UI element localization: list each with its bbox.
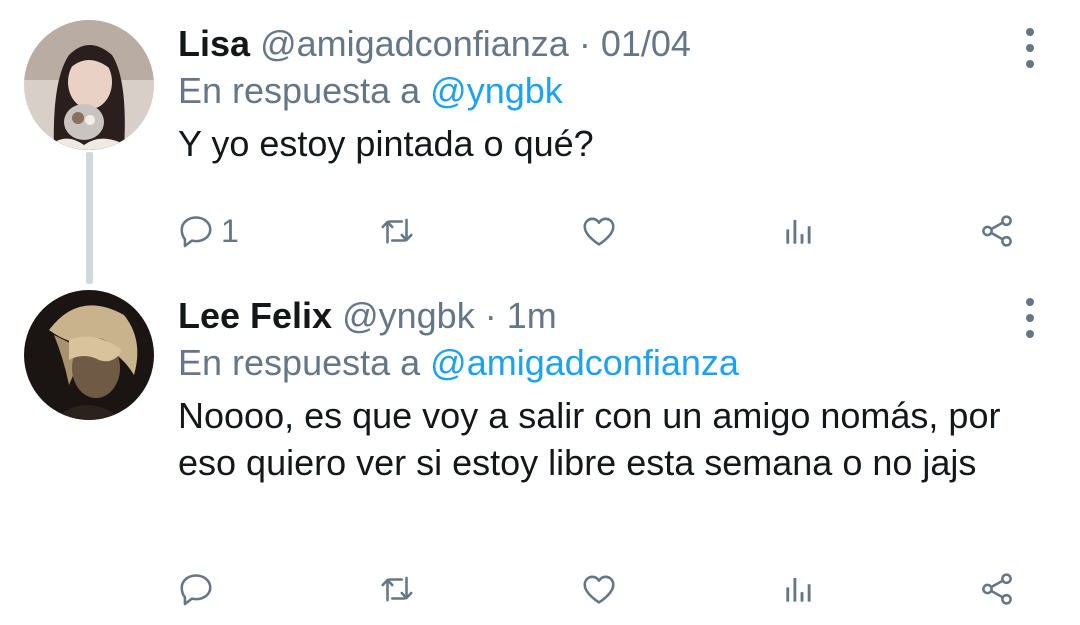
analytics-button[interactable] — [780, 206, 818, 256]
tweet-actions — [0, 564, 1080, 614]
separator: · — [484, 295, 497, 336]
avatar-image — [24, 20, 154, 150]
timestamp[interactable]: 01/04 — [601, 23, 691, 64]
analytics-button[interactable] — [780, 564, 818, 614]
more-dot — [1026, 44, 1034, 52]
reply-icon — [180, 574, 212, 606]
display-name[interactable]: Lee Felix — [178, 295, 332, 336]
tweet-thread: Lisa @amigadconfianza · 01/04 En respues… — [0, 0, 1080, 625]
reply-mention-link[interactable]: @amigadconfianza — [430, 342, 739, 383]
more-dot — [1026, 298, 1034, 306]
tweet-text: Y yo estoy pintada o qué? — [178, 123, 594, 164]
reply-context: En respuesta a @amigadconfianza — [178, 340, 1010, 386]
heart-icon — [583, 217, 615, 246]
share-button[interactable] — [978, 206, 1016, 256]
reply-prefix: En respuesta a — [178, 342, 421, 383]
retweet-icon — [381, 576, 413, 602]
reply-context: En respuesta a @yngbk — [178, 68, 1010, 114]
tweet-text: Noooo, es que voy a salir con un amigo n… — [178, 395, 1001, 483]
retweet-icon — [381, 218, 413, 244]
reply-icon — [180, 216, 212, 248]
tweet[interactable]: Lisa @amigadconfianza · 01/04 En respues… — [0, 0, 1080, 290]
heart-icon — [583, 575, 615, 604]
retweet-button[interactable] — [378, 564, 416, 614]
handle[interactable]: @amigadconfianza — [260, 23, 569, 64]
separator: · — [578, 23, 591, 64]
share-icon — [982, 215, 1012, 247]
tweet[interactable]: Lee Felix @yngbk · 1m En respuesta a @am… — [0, 290, 1080, 625]
analytics-icon — [786, 219, 811, 244]
tweet-body: Lee Felix @yngbk · 1m En respuesta a @am… — [178, 294, 1010, 486]
more-dot — [1026, 330, 1034, 338]
more-dot — [1026, 28, 1034, 36]
more-vertical-icon[interactable] — [1024, 28, 1036, 68]
avatar-image — [24, 290, 154, 420]
share-icon — [982, 573, 1012, 605]
avatar[interactable] — [24, 20, 154, 150]
tweet-header: Lee Felix @yngbk · 1m — [178, 294, 1010, 338]
display-name[interactable]: Lisa — [178, 23, 250, 64]
reply-button[interactable] — [177, 564, 221, 614]
reply-count: 1 — [221, 212, 239, 249]
tweet-header: Lisa @amigadconfianza · 01/04 — [178, 22, 1010, 66]
more-vertical-icon[interactable] — [1024, 298, 1036, 338]
more-dot — [1026, 314, 1034, 322]
like-button[interactable] — [580, 206, 618, 256]
tweet-body: Lisa @amigadconfianza · 01/04 En respues… — [178, 22, 1010, 167]
reply-prefix: En respuesta a — [178, 70, 421, 111]
tweet-actions: 1 — [0, 206, 1080, 256]
more-dot — [1026, 60, 1034, 68]
reply-button[interactable]: 1 — [177, 206, 239, 256]
reply-mention-link[interactable]: @yngbk — [430, 70, 563, 111]
share-button[interactable] — [978, 564, 1016, 614]
retweet-button[interactable] — [378, 206, 416, 256]
like-button[interactable] — [580, 564, 618, 614]
handle[interactable]: @yngbk — [342, 295, 475, 336]
avatar[interactable] — [24, 290, 154, 420]
timestamp[interactable]: 1m — [507, 295, 557, 336]
analytics-icon — [786, 577, 811, 602]
